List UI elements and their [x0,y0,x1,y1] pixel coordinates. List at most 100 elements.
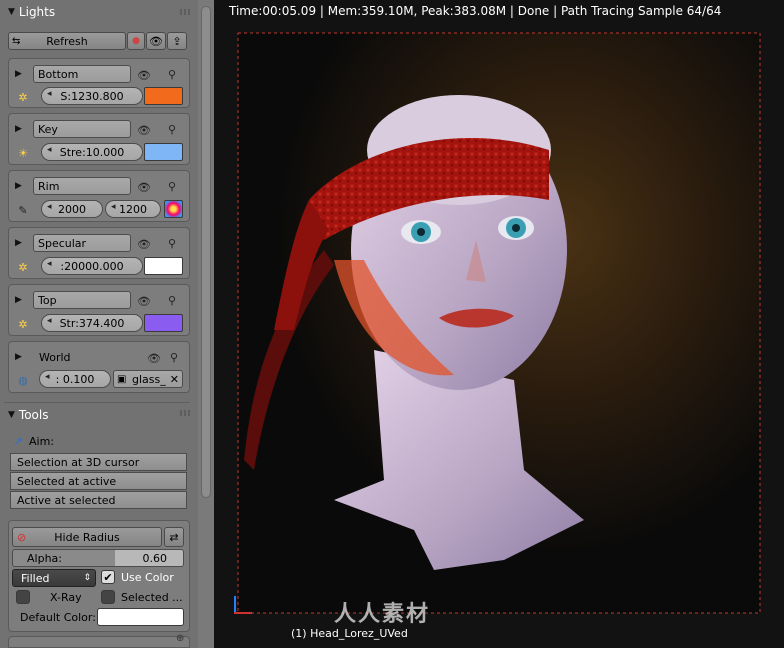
dot-icon: ● [132,36,140,46]
spread-field[interactable]: ◂ 1200 [105,200,161,218]
hide-radius-button[interactable]: ⊘ Hide Radius [12,527,162,547]
refresh-button[interactable]: ⇆ Refresh [8,32,126,50]
drag-grip-icon[interactable] [180,410,192,416]
checkmark-icon: ✔ [103,570,113,584]
alpha-label: Alpha: [27,551,62,565]
eyedropper-icon[interactable]: ⚲ [163,291,181,309]
export-icon: ⇪ [172,34,182,48]
eye-icon[interactable]: 👁 [135,179,153,195]
eyedropper-icon[interactable]: ⚲ [165,348,183,366]
eye-icon: 👁 [149,34,163,48]
expand-triangle-icon[interactable]: ▶ [15,124,22,134]
decrement-arrow-icon[interactable]: ◂ [45,372,50,382]
spot-light-icon: ✎ [18,203,28,217]
world-box: ▶ World 👁 ⚲ ◍ ◂ : 0.100 ▣ glass_ ✕ [8,341,190,393]
add-circle-icon[interactable]: ⊕ [176,633,184,644]
eyedropper-icon[interactable]: ⚲ [163,234,181,252]
area-light-icon: ✲ [18,260,28,274]
light-rim-box: ▶ Rim 👁 ⚲ ✎ ◂ 2000 ◂ 1200 [8,170,190,222]
updown-arrows-icon: ⇕ [83,573,91,583]
expand-triangle-icon[interactable]: ▶ [15,352,22,362]
refresh-label: Refresh [46,34,88,48]
world-material-field[interactable]: ▣ glass_ ✕ [113,370,183,388]
aim-selection-at-3d-cursor-button[interactable]: Selection at 3D cursor [10,453,187,471]
expand-triangle-icon[interactable]: ▶ [15,238,22,248]
alpha-slider[interactable]: Alpha: 0.60 [12,549,184,567]
expand-triangle-icon[interactable]: ▶ [15,69,22,79]
refresh-radius-button[interactable]: ⇄ [164,527,184,547]
light-key-box: ▶ Key 👁 ⚲ ☀ ◂ Stre:10.000 [8,113,190,165]
light-name-field[interactable]: Rim [33,177,131,195]
aim-selected-at-active-button[interactable]: Selected at active [10,472,187,490]
axis-x-icon [234,612,252,614]
aim-active-at-selected-button[interactable]: Active at selected [10,491,187,509]
decrement-arrow-icon[interactable]: ◂ [47,145,52,155]
aim-label: Aim: [29,435,55,448]
size-field[interactable]: ◂ 2000 [41,200,103,218]
render-viewport[interactable]: Time:00:05.09 | Mem:359.10M, Peak:383.08… [214,0,784,648]
world-globe-icon: ◍ [18,373,28,387]
lights-panel-header[interactable]: ▼ Lights [4,2,190,22]
eye-icon[interactable]: 👁 [135,236,153,252]
alpha-value: 0.60 [142,551,168,565]
eye-icon[interactable]: 👁 [135,67,153,83]
lights-panel-title: Lights [18,5,56,19]
light-name-field[interactable]: Top [33,291,131,309]
decrement-arrow-icon[interactable]: ◂ [47,89,52,99]
eye-icon[interactable]: 👁 [135,122,153,138]
world-label: World [39,351,71,364]
expand-triangle-icon[interactable]: ▶ [15,295,22,305]
selected-checkbox[interactable] [101,590,115,604]
render-image [214,0,784,648]
light-color-swatch[interactable] [144,257,183,275]
area-light-icon: ✲ [18,317,28,331]
export-button[interactable]: ⇪ [167,32,187,50]
light-name-field[interactable]: Key [33,120,131,138]
strength-field[interactable]: ◂ Str:374.400 [41,314,143,332]
light-color-swatch[interactable] [144,314,183,332]
eye-icon[interactable]: 👁 [135,293,153,309]
strength-field[interactable]: ◂ S:1230.800 [41,87,143,105]
expand-triangle-icon[interactable]: ▶ [15,181,22,191]
light-name-field[interactable]: Specular [33,234,131,252]
decrement-arrow-icon[interactable]: ◂ [47,202,52,212]
light-bottom-box: ▶ Bottom 👁 ⚲ ✲ ◂ S:1230.800 [8,58,190,108]
strength-field[interactable]: ◂ Stre:10.000 [41,143,143,161]
fill-mode-dropdown[interactable]: Filled ⇕ [12,569,96,587]
sun-light-icon: ☀ [18,146,28,160]
decrement-arrow-icon[interactable]: ◂ [47,259,52,269]
panel-scrollbar-thumb[interactable] [201,6,211,498]
use-color-label: Use Color [121,571,174,584]
light-name-field[interactable]: Bottom [33,65,131,83]
strength-field[interactable]: ◂ :20000.000 [41,257,143,275]
default-color-swatch[interactable] [97,608,184,626]
eye-icon[interactable]: 👁 [145,350,163,366]
decrement-arrow-icon[interactable]: ◂ [111,202,116,212]
render-status-text: Time:00:05.09 | Mem:359.10M, Peak:383.08… [229,4,722,18]
light-top-box: ▶ Top 👁 ⚲ ✲ ◂ Str:374.400 [8,284,190,336]
next-panel-stub [8,636,190,648]
watermark-logo: 人人素材 [334,602,431,627]
tools-panel-header[interactable]: ▼ Tools [4,402,190,425]
color-wheel-icon[interactable] [164,200,183,218]
aim-pointer-icon: ↗ [13,434,23,448]
decrement-arrow-icon[interactable]: ◂ [47,316,52,326]
clear-x-icon[interactable]: ✕ [170,373,179,386]
xray-label: X-Ray [50,591,82,604]
drag-grip-icon[interactable] [180,9,192,15]
light-specular-box: ▶ Specular 👁 ⚲ ✲ ◂ :20000.000 [8,227,190,279]
eyedropper-icon[interactable]: ⚲ [163,65,181,83]
light-dot-button[interactable]: ● [127,32,145,50]
light-color-swatch[interactable] [144,143,183,161]
eyedropper-icon[interactable]: ⚲ [163,177,181,195]
use-color-checkbox[interactable]: ✔ [101,570,115,584]
world-strength-field[interactable]: ◂ : 0.100 [39,370,111,388]
selected-label: Selected ... [121,591,183,604]
properties-panel: ▼ Lights ⇆ Refresh ● 👁 ⇪ ▶ Bottom 👁 ⚲ ✲ … [0,0,199,648]
light-color-swatch[interactable] [144,87,183,105]
eyedropper-icon[interactable]: ⚲ [163,120,181,138]
visibility-toggle[interactable]: 👁 [146,32,166,50]
collapse-triangle-icon: ▼ [8,410,15,420]
xray-checkbox[interactable] [16,590,30,604]
default-color-label: Default Color: [20,611,96,624]
